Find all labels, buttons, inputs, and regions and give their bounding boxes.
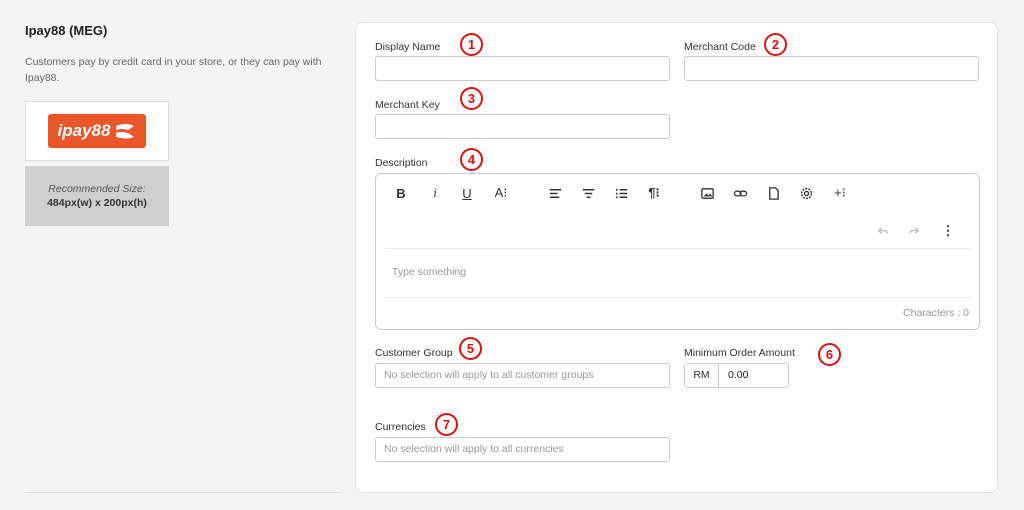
customer-group-select[interactable]: No selection will apply to all customer … — [375, 363, 670, 388]
bold-icon[interactable]: B — [392, 184, 410, 202]
marker-5: 5 — [459, 337, 482, 360]
underline-icon[interactable]: U — [458, 184, 476, 202]
merchant-key-input[interactable] — [375, 114, 670, 139]
min-order-input[interactable]: RM 0.00 — [684, 363, 789, 388]
align-center-icon[interactable] — [579, 184, 597, 202]
undo-icon[interactable] — [873, 222, 891, 240]
logo-swoosh-icon — [116, 124, 135, 139]
currency-prefix: RM — [685, 364, 719, 387]
customer-group-label: Customer Group — [375, 347, 453, 359]
merchant-key-label: Merchant Key — [375, 99, 440, 111]
image-icon[interactable] — [698, 184, 716, 202]
page-title: Ipay88 (MEG) — [25, 23, 108, 38]
marker-4: 4 — [460, 148, 483, 171]
min-order-value[interactable]: 0.00 — [719, 364, 748, 387]
more-plus-icon[interactable]: +⁝ — [828, 184, 852, 202]
marker-2: 2 — [764, 33, 787, 56]
min-order-label: Minimum Order Amount — [684, 347, 795, 359]
recommended-label: Recommended Size: — [48, 183, 146, 195]
recommended-size: 484px(w) x 200px(h) — [47, 197, 147, 209]
display-name-label: Display Name — [375, 41, 441, 53]
redo-icon[interactable] — [905, 222, 923, 240]
more-vertical-icon[interactable]: ⋮ — [940, 222, 956, 240]
currencies-select[interactable]: No selection will apply to all currencie… — [375, 437, 670, 462]
marker-7: 7 — [435, 413, 458, 436]
list-icon[interactable] — [612, 184, 630, 202]
recommended-size-box: Recommended Size: 484px(w) x 200px(h) — [25, 166, 169, 226]
sidebar-description: Customers pay by credit card in your sto… — [25, 56, 322, 84]
description-label: Description — [375, 157, 428, 169]
payment-settings-card: Display Name 1 Merchant Code 2 Merchant … — [355, 22, 998, 493]
display-name-input[interactable] — [375, 56, 670, 81]
editor-placeholder[interactable]: Type something — [392, 266, 466, 278]
align-left-icon[interactable] — [546, 184, 564, 202]
file-icon[interactable] — [764, 184, 782, 202]
gear-icon[interactable] — [797, 184, 815, 202]
italic-icon[interactable]: i — [426, 184, 444, 202]
editor-footer-separator — [385, 297, 970, 298]
font-size-icon[interactable]: A⁝ — [490, 184, 512, 202]
paragraph-icon[interactable]: ¶⁝ — [643, 184, 665, 202]
sidebar: Ipay88 (MEG) Customers pay by credit car… — [25, 0, 340, 510]
marker-3: 3 — [460, 87, 483, 110]
divider — [25, 492, 340, 493]
marker-1: 1 — [460, 33, 483, 56]
character-count: Characters : 0 — [903, 307, 969, 319]
editor-separator — [385, 248, 970, 249]
logo-text: ipay88 — [57, 121, 111, 140]
logo-preview[interactable]: ipay88 — [25, 101, 169, 161]
link-icon[interactable] — [731, 184, 749, 202]
merchant-code-label: Merchant Code — [684, 41, 756, 53]
currencies-label: Currencies — [375, 421, 426, 433]
description-editor[interactable]: B i U A⁝ ¶⁝ +⁝ ⋮ Type something Characte… — [375, 173, 980, 330]
marker-6: 6 — [818, 343, 841, 366]
merchant-code-input[interactable] — [684, 56, 979, 81]
ipay88-logo: ipay88 — [48, 114, 146, 148]
